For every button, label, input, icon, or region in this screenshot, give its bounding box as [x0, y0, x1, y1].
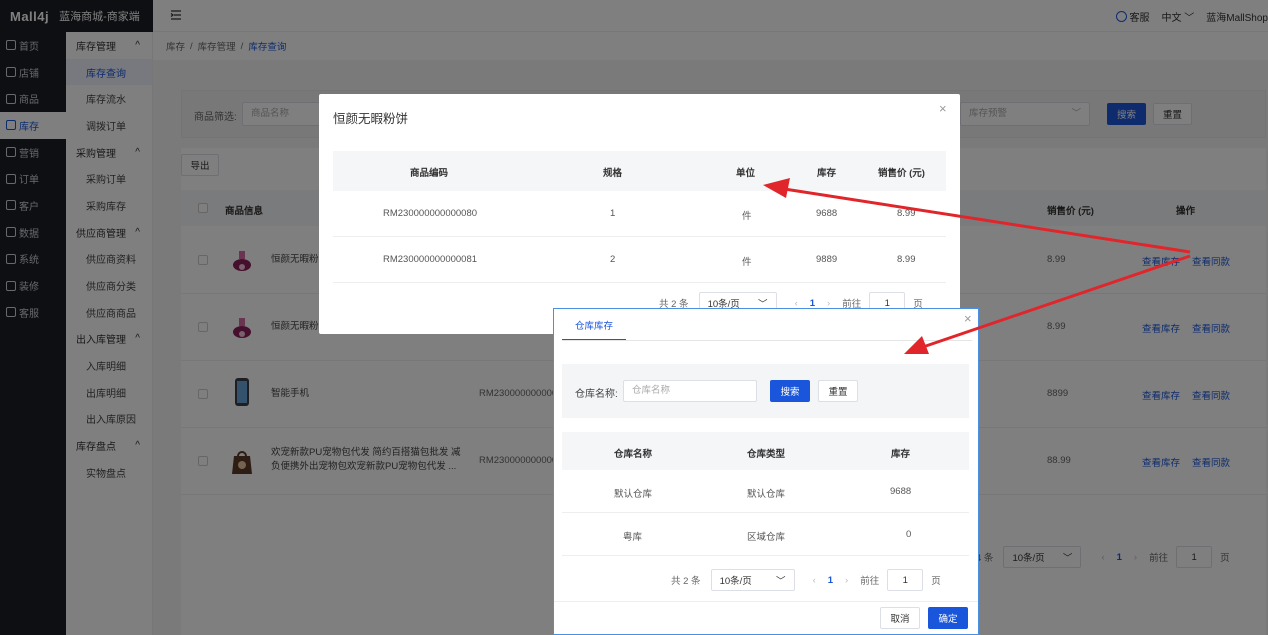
- page-size-select[interactable]: 10条/页 ﹀: [710, 569, 795, 591]
- warehouse-row: 粤库 区域仓库 0: [562, 513, 969, 556]
- footer-divider: [554, 601, 978, 602]
- sku-unit: 件: [742, 257, 752, 268]
- page-unit: 页: [931, 576, 941, 587]
- col-warehouse-name: 仓库名称: [614, 449, 653, 460]
- dialog-title: 恒颜无暇粉饼: [333, 112, 409, 126]
- col-unit: 单位: [736, 168, 756, 179]
- close-icon[interactable]: ×: [939, 101, 947, 116]
- search-button[interactable]: 搜索: [770, 380, 810, 402]
- goto-page-input[interactable]: 1: [887, 569, 924, 591]
- col-spec: 规格: [603, 168, 623, 179]
- goto-label: 前往: [860, 576, 880, 587]
- warehouse-type: 默认仓库: [747, 489, 786, 500]
- warehouse-filter: 仓库名称: 仓库名称 搜索 重置: [562, 364, 969, 418]
- sku-stock: 9889: [816, 254, 838, 265]
- sku-price: 8.99: [897, 254, 916, 265]
- warehouse-dialog: 仓库库存 × 仓库名称: 仓库名称 搜索 重置 仓库名称 仓库类型 库存 默认仓…: [553, 308, 979, 635]
- sku-unit: 件: [742, 211, 752, 222]
- prev-page-icon[interactable]: ‹: [795, 298, 798, 309]
- next-page-icon[interactable]: ›: [827, 298, 830, 309]
- warehouse-table-header: 仓库名称 仓库类型 库存: [562, 432, 969, 470]
- sku-row: RM230000000000081 2 件 9889 8.99: [333, 237, 946, 283]
- current-page[interactable]: 1: [828, 575, 833, 586]
- warehouse-type: 区域仓库: [747, 532, 786, 543]
- current-page[interactable]: 1: [810, 298, 815, 309]
- pager-total: 共 2 条: [671, 576, 701, 587]
- col-warehouse-type: 仓库类型: [747, 449, 786, 460]
- col-code: 商品编码: [410, 168, 449, 179]
- sku-price: 8.99: [897, 208, 916, 219]
- col-price: 销售价 (元): [878, 168, 925, 179]
- filter-label: 仓库名称:: [575, 389, 618, 400]
- sku-spec: 2: [610, 254, 616, 265]
- sku-dialog: 恒颜无暇粉饼 × 商品编码 规格 单位 库存 销售价 (元) RM2300000…: [319, 94, 960, 334]
- next-page-icon[interactable]: ›: [845, 575, 848, 586]
- col-stock: 库存: [891, 449, 911, 460]
- warehouse-name: 默认仓库: [614, 489, 653, 500]
- warehouse-pagination: 共 2 条 10条/页 ﹀ ‹ 1 › 前往 1 页: [671, 569, 941, 591]
- sku-code: RM230000000000080: [383, 208, 478, 219]
- col-stock: 库存: [817, 168, 837, 179]
- warehouse-stock: 0: [906, 529, 912, 540]
- warehouse-name-input[interactable]: 仓库名称: [623, 380, 757, 402]
- page-size-label: 10条/页: [719, 576, 752, 587]
- tab-divider: [562, 340, 972, 341]
- close-icon[interactable]: ×: [964, 311, 972, 326]
- sku-table-header: 商品编码 规格 单位 库存 销售价 (元): [333, 151, 946, 191]
- prev-page-icon[interactable]: ‹: [813, 575, 816, 586]
- sku-code: RM230000000000081: [383, 254, 478, 265]
- sku-row: RM230000000000080 1 件 9688 8.99: [333, 191, 946, 237]
- tab-warehouse-stock[interactable]: 仓库库存: [562, 319, 626, 341]
- chevron-down-icon: ﹀: [776, 576, 786, 587]
- confirm-button[interactable]: 确定: [928, 607, 968, 629]
- cancel-button[interactable]: 取消: [880, 607, 920, 629]
- warehouse-name: 粤库: [623, 532, 643, 543]
- sku-stock: 9688: [816, 208, 838, 219]
- warehouse-stock: 9688: [890, 486, 912, 497]
- reset-button[interactable]: 重置: [818, 380, 858, 402]
- warehouse-row: 默认仓库 默认仓库 9688: [562, 470, 969, 513]
- sku-spec: 1: [610, 208, 616, 219]
